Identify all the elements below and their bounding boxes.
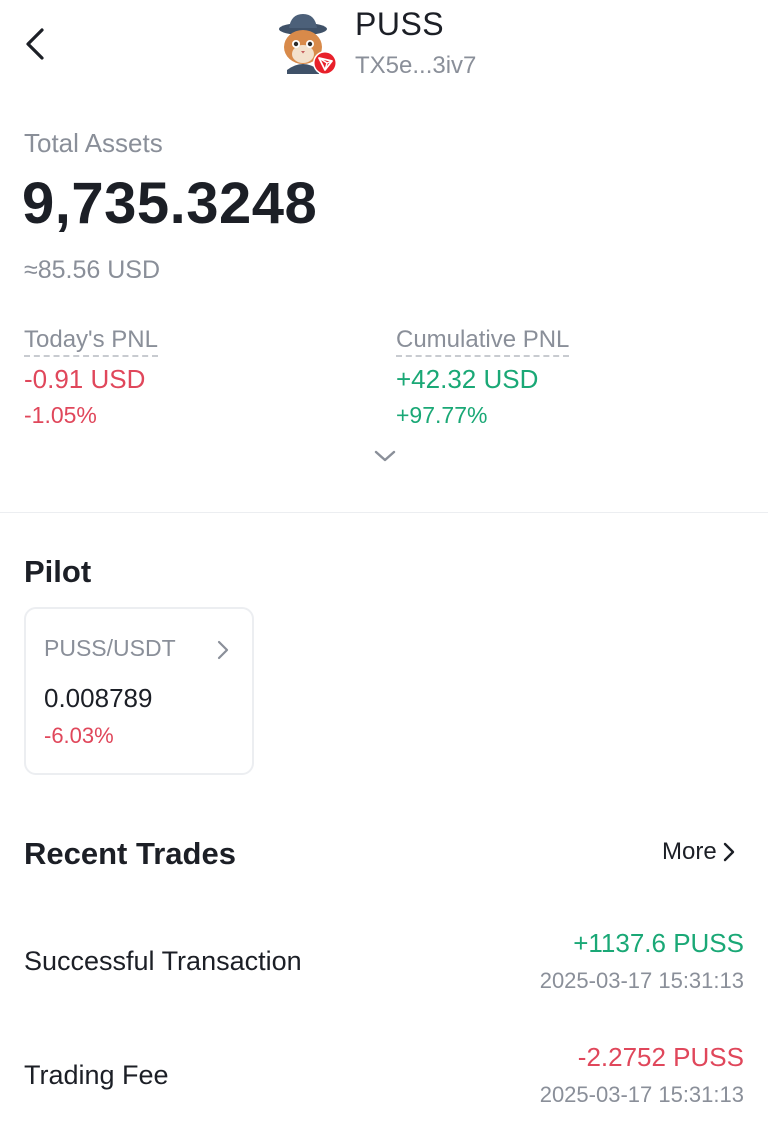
trade-time: 2025-03-17 15:31:13: [539, 968, 744, 993]
cat-mascot-icon: [279, 14, 337, 75]
more-trades-button[interactable]: More: [662, 838, 735, 866]
trade-row[interactable]: Successful Transaction +1137.6 PUSS 2025…: [0, 922, 768, 1022]
back-button[interactable]: [24, 22, 68, 66]
chevron-right-icon: [723, 842, 734, 862]
todays-pnl-label[interactable]: Today's PNL: [24, 326, 158, 357]
cumulative-pnl-amount: +42.32 USD: [396, 364, 539, 394]
todays-pnl-percent: -1.05%: [24, 402, 97, 428]
wallet-address[interactable]: TX5e...3iv7: [355, 52, 476, 80]
pilot-pair-card[interactable]: PUSS/USDT 0.008789 -6.03%: [24, 607, 254, 775]
pilot-title: Pilot: [24, 554, 92, 589]
todays-pnl-amount: -0.91 USD: [24, 364, 146, 394]
cumulative-pnl: Cumulative PNL +42.32 USD +97.77%: [396, 326, 570, 429]
token-avatar: [275, 12, 337, 75]
recent-trades-title: Recent Trades: [24, 836, 236, 871]
total-assets-label: Total Assets: [24, 128, 163, 158]
section-divider: [0, 512, 768, 513]
todays-pnl: Today's PNL -0.91 USD -1.05%: [24, 326, 158, 429]
app-header: PUSS TX5e...3iv7: [0, 0, 768, 96]
trade-title: Successful Transaction: [24, 946, 302, 976]
trade-time: 2025-03-17 15:31:13: [539, 1082, 744, 1107]
expand-button[interactable]: [371, 444, 399, 468]
chevron-down-icon: [374, 450, 396, 462]
pilot-change: -6.03%: [44, 723, 114, 748]
cumulative-pnl-percent: +97.77%: [396, 402, 488, 428]
more-label: More: [662, 838, 717, 865]
pilot-pair-name: PUSS/USDT: [44, 635, 176, 661]
trade-row[interactable]: Trading Fee -2.2752 PUSS 2025-03-17 15:3…: [0, 1036, 768, 1124]
chevron-right-icon: [217, 640, 229, 660]
total-assets-usd: ≈85.56 USD: [24, 256, 161, 284]
trade-title: Trading Fee: [24, 1060, 169, 1090]
token-name: PUSS: [355, 6, 445, 42]
trade-amount: -2.2752 PUSS: [577, 1042, 744, 1072]
pilot-price: 0.008789: [44, 683, 153, 713]
chevron-left-icon: [26, 28, 44, 60]
total-assets-value: 9,735.3248: [22, 171, 318, 236]
trade-amount: +1137.6 PUSS: [573, 928, 744, 958]
cumulative-pnl-label[interactable]: Cumulative PNL: [396, 326, 570, 357]
